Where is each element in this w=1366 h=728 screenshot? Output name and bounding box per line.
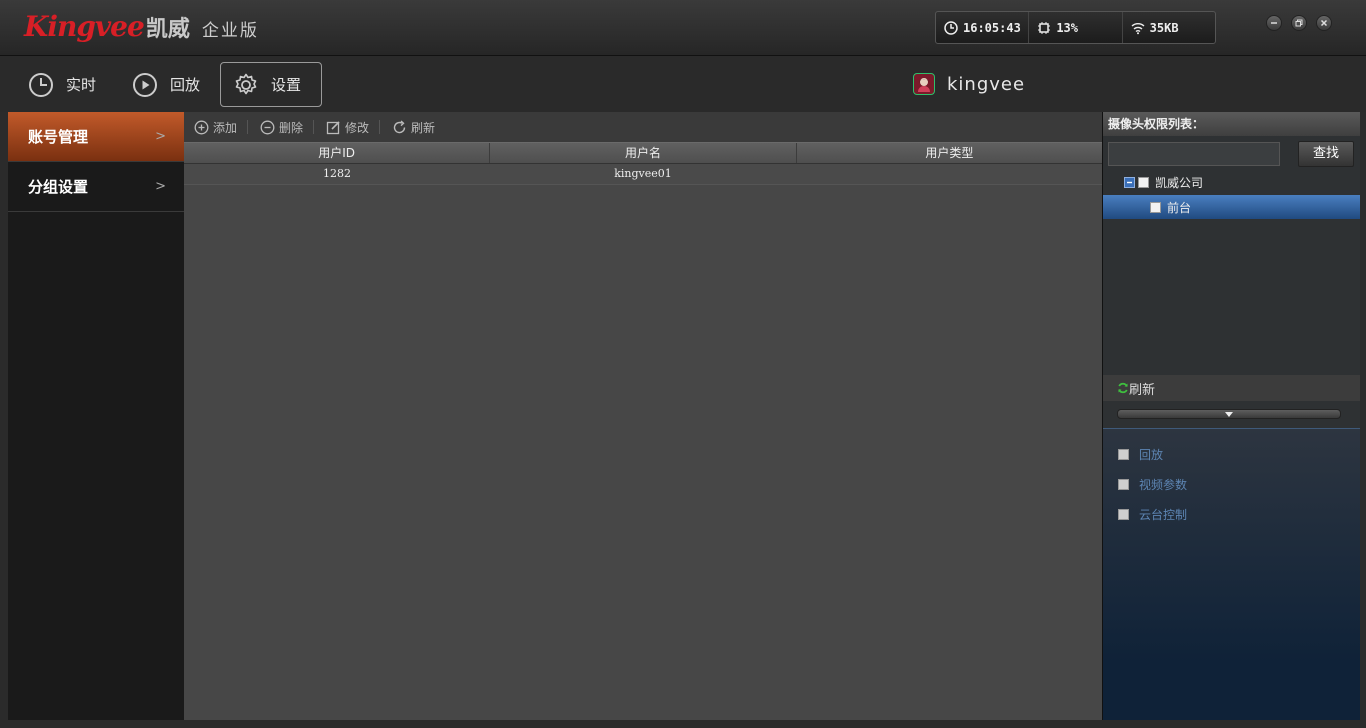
search-button[interactable]: 查找 (1298, 141, 1354, 167)
title-bar: Kingvee 凯威 企业版 16:05:43 13% 35KB (0, 0, 1366, 56)
toolbar-divider (247, 120, 249, 134)
clock-status: 16:05:43 (936, 12, 1030, 43)
refresh-icon (1118, 382, 1128, 394)
tree-refresh-button[interactable]: 刷新 (1103, 375, 1360, 401)
panel-title: 摄像头权限列表： (1103, 112, 1360, 136)
nav-settings-label: 设置 (271, 76, 302, 94)
app-logo: Kingvee 凯威 企业版 (24, 10, 259, 46)
column-header-user-type[interactable]: 用户类型 (797, 143, 1102, 163)
tree-refresh-label: 刷新 (1129, 382, 1156, 398)
cpu-value: 13% (1056, 20, 1079, 35)
tree-node-label: 凯威公司 (1155, 175, 1204, 190)
permission-checkbox[interactable] (1118, 509, 1129, 520)
permission-label: 云台控制 (1139, 508, 1188, 522)
table-header: 用户ID 用户名 用户类型 (184, 142, 1102, 164)
chevron-right-icon: > (155, 179, 166, 194)
main-nav: 实时 回放 设置 (0, 56, 1366, 112)
toolbar-divider (313, 120, 315, 134)
nav-playback[interactable]: 回放 (120, 62, 212, 107)
nav-playback-label: 回放 (170, 76, 201, 94)
table-row[interactable]: 1282 kingvee01 (184, 164, 1102, 185)
refresh-button[interactable]: 刷新 (390, 119, 445, 136)
tree-node-front-desk[interactable]: 前台 (1103, 195, 1360, 219)
account-panel: 添加 删除 修改 刷新 用户ID 用户名 用户类型 1282 kingvee01 (184, 112, 1102, 720)
delete-button[interactable]: 删除 (258, 119, 313, 136)
minimize-button[interactable] (1266, 15, 1282, 31)
sidebar-item-group[interactable]: 分组设置 > (8, 162, 184, 212)
settings-sidebar: 账号管理 > 分组设置 > (8, 112, 184, 720)
plus-circle-icon (194, 120, 209, 134)
permission-label: 视频参数 (1139, 478, 1188, 492)
minimize-icon (1271, 22, 1277, 24)
network-value: 35KB (1149, 20, 1179, 35)
panel-splitter[interactable] (1117, 409, 1341, 419)
account-toolbar: 添加 删除 修改 刷新 (184, 112, 1102, 142)
tree-node-label: 前台 (1167, 200, 1192, 215)
collapse-icon[interactable] (1124, 176, 1135, 188)
camera-tree: 凯威公司 前台 (1103, 170, 1360, 375)
gear-icon (235, 73, 257, 94)
minus-circle-icon (260, 120, 275, 134)
sidebar-item-label: 分组设置 (28, 178, 89, 196)
logo-brand: Kingvee (24, 10, 145, 43)
add-button[interactable]: 添加 (192, 119, 247, 136)
avatar-icon (918, 78, 930, 92)
toolbar-divider (379, 120, 381, 134)
add-label: 添加 (213, 120, 238, 135)
column-header-user-id[interactable]: 用户ID (184, 143, 491, 163)
play-icon (133, 72, 157, 97)
restore-button[interactable] (1291, 15, 1307, 31)
edit-icon (326, 120, 340, 134)
nav-live-label: 实时 (66, 76, 97, 94)
refresh-label: 刷新 (411, 120, 436, 135)
nav-live[interactable]: 实时 (16, 62, 108, 107)
clock-icon (29, 72, 53, 97)
permission-options: 回放 视频参数 云台控制 (1103, 428, 1360, 720)
tree-checkbox[interactable] (1150, 201, 1161, 213)
delete-label: 删除 (279, 120, 304, 135)
permission-playback[interactable]: 回放 (1118, 446, 1163, 463)
close-icon (1320, 19, 1328, 27)
refresh-icon (393, 119, 406, 133)
tree-checkbox[interactable] (1138, 176, 1149, 188)
edit-button[interactable]: 修改 (324, 119, 379, 136)
logo-brand-cn: 凯威 (145, 17, 190, 42)
username: kingvee (947, 73, 1026, 95)
tree-node-company[interactable]: 凯威公司 (1103, 170, 1360, 194)
user-info[interactable]: kingvee (913, 73, 1025, 95)
column-header-username[interactable]: 用户名 (490, 143, 797, 163)
restore-icon (1295, 19, 1303, 27)
wifi-icon (1131, 22, 1145, 34)
network-status: 35KB (1123, 12, 1215, 43)
sidebar-item-account[interactable]: 账号管理 > (8, 112, 184, 162)
permission-checkbox[interactable] (1118, 449, 1129, 460)
search-input[interactable] (1108, 142, 1280, 166)
permission-video-params[interactable]: 视频参数 (1118, 476, 1187, 493)
time-value: 16:05:43 (963, 20, 1021, 35)
status-panel: 16:05:43 13% 35KB (935, 11, 1216, 44)
edit-label: 修改 (345, 120, 370, 135)
close-button[interactable] (1316, 15, 1332, 31)
cell-user-type (796, 164, 1102, 184)
permission-label: 回放 (1139, 448, 1164, 462)
nav-settings[interactable]: 设置 (220, 62, 322, 107)
caret-down-icon (1225, 411, 1233, 417)
cell-username: kingvee01 (614, 167, 672, 180)
cpu-status: 13% (1029, 12, 1123, 43)
permission-checkbox[interactable] (1118, 479, 1129, 490)
clock-icon (944, 20, 958, 35)
cell-user-id: 1282 (323, 167, 351, 180)
chevron-right-icon: > (155, 129, 166, 144)
camera-permission-panel: 摄像头权限列表： 查找 凯威公司 前台 刷新 回放 视频参数 云台控制 (1102, 112, 1360, 720)
cpu-icon (1038, 21, 1051, 34)
avatar (913, 73, 935, 95)
permission-ptz-control[interactable]: 云台控制 (1118, 506, 1187, 523)
edition-label: 企业版 (201, 21, 259, 41)
sidebar-item-label: 账号管理 (28, 128, 89, 146)
